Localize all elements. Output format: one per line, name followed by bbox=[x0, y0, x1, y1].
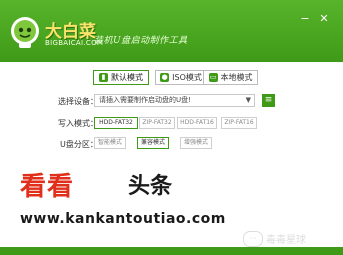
write-mode-option[interactable]: ZIP-FAT32 bbox=[139, 117, 175, 129]
device-label: 选择设备： bbox=[58, 97, 98, 106]
watermark-brand-red: 看看 bbox=[20, 172, 75, 202]
watermark-brand-black: 头条 bbox=[128, 174, 173, 199]
chat-bubble-icon: ··· bbox=[243, 231, 263, 247]
corner-watermark: 毒毒星球 bbox=[266, 235, 306, 246]
device-select-placeholder: 请插入需要制作启动盘的U盘! bbox=[99, 96, 191, 104]
tab-label: 本地模式 bbox=[220, 73, 253, 82]
partition-option[interactable]: 兼容模式 bbox=[137, 137, 169, 149]
minimize-icon[interactable]: − bbox=[299, 13, 311, 25]
write-mode-option[interactable]: HDD-FAT32 bbox=[94, 117, 138, 129]
partition-option[interactable]: 智能模式 bbox=[94, 137, 126, 149]
app-window: 大白菜 BIGBAICAI.COM 装机U盘启动制作工具 − ✕ ▮ 默认模式 … bbox=[0, 0, 343, 255]
title-bar: 大白菜 BIGBAICAI.COM 装机U盘启动制作工具 − ✕ bbox=[0, 0, 343, 62]
device-select[interactable]: 请插入需要制作启动盘的U盘! ▼ bbox=[94, 94, 255, 107]
bottom-bar bbox=[0, 247, 343, 255]
monitor-icon: ▭ bbox=[208, 73, 218, 82]
write-mode-option[interactable]: HDD-FAT16 bbox=[177, 117, 217, 129]
app-slogan: 装机U盘启动制作工具 bbox=[94, 36, 188, 46]
tab-default-mode[interactable]: ▮ 默认模式 bbox=[93, 70, 149, 85]
disc-icon: ● bbox=[160, 73, 170, 82]
menu-list-icon[interactable]: ≡ bbox=[262, 94, 275, 107]
usb-icon: ▮ bbox=[99, 73, 108, 82]
tab-label: 默认模式 bbox=[111, 73, 143, 82]
tab-label: ISO模式 bbox=[172, 73, 202, 82]
tab-local-mode[interactable]: ▭ 本地模式 bbox=[203, 70, 258, 85]
close-icon[interactable]: ✕ bbox=[318, 13, 330, 25]
write-mode-option[interactable]: ZIP-FAT16 bbox=[221, 117, 257, 129]
watermark-url: www.kankantoutiao.com bbox=[20, 211, 226, 227]
write-mode-label: 写入模式： bbox=[58, 119, 98, 128]
partition-label: U盘分区： bbox=[60, 140, 98, 149]
chevron-down-icon[interactable]: ▼ bbox=[246, 95, 251, 106]
partition-option[interactable]: 增强模式 bbox=[180, 137, 212, 149]
cabbage-logo-icon bbox=[11, 17, 39, 48]
tab-iso-mode[interactable]: ● ISO模式 bbox=[155, 70, 207, 85]
